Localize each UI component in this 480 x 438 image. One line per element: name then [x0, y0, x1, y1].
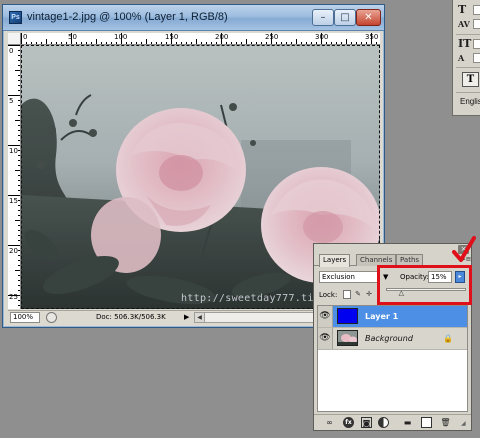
tab-paths[interactable]: Paths	[396, 254, 424, 266]
layer-name: Layer 1	[365, 312, 399, 321]
photoshop-app-icon: Ps	[9, 11, 22, 24]
text-size-icon: T	[458, 3, 467, 16]
layer-thumbnail	[337, 308, 358, 324]
faux-bold-button[interactable]: T	[462, 72, 479, 87]
maximize-button[interactable]: □	[334, 9, 356, 26]
adjustment-icon[interactable]	[378, 417, 389, 428]
document-titlebar[interactable]: Ps vintage1-2.jpg @ 100% (Layer 1, RGB/8…	[3, 5, 384, 31]
tab-layers[interactable]: Layers	[319, 254, 351, 267]
ruler-h-label: 0	[23, 33, 28, 41]
lock-pixels-icon[interactable]: ✎	[354, 290, 362, 299]
opacity-label: Opacity:	[400, 273, 429, 281]
layer-row[interactable]: 👁 Background 🔒	[318, 328, 467, 350]
panel-menu-icon[interactable]: ▸≡	[462, 255, 471, 263]
tab-channels[interactable]: Channels	[356, 254, 397, 266]
divider	[456, 34, 480, 35]
layer-row[interactable]: 👁 Layer 1	[318, 306, 467, 328]
close-button[interactable]: ✕	[356, 9, 381, 26]
vertical-ruler[interactable]: 0 5 10 15 20 25	[8, 45, 21, 309]
vertical-scale-icon: IT	[458, 37, 472, 50]
doc-size-label: Doc: 506.3K/506.3K	[96, 313, 166, 321]
status-menu-arrow[interactable]: ▶	[184, 313, 189, 322]
ruler-origin[interactable]	[8, 33, 21, 45]
group-icon[interactable]: ▬	[402, 417, 413, 428]
visibility-eye-icon[interactable]: 👁	[318, 306, 333, 327]
ruler-h-label: 150	[165, 33, 179, 41]
ruler-v-label: 15	[9, 197, 18, 205]
zoom-field[interactable]: 100%	[10, 312, 40, 323]
lock-label: Lock:	[319, 291, 338, 299]
tracking-icon: AV	[458, 19, 470, 29]
visibility-eye-icon[interactable]: 👁	[318, 328, 333, 349]
ruler-h-label: 300	[315, 33, 329, 41]
resize-grip-icon[interactable]: ◢	[461, 420, 466, 427]
font-size-field[interactable]	[473, 5, 480, 15]
fx-icon[interactable]: fx	[343, 417, 354, 428]
layers-panel: × Layers Channels Paths ▸≡ Exclusion ▼ O…	[313, 243, 472, 431]
mask-icon[interactable]: ◙	[361, 417, 372, 428]
ruler-h-label: 200	[215, 33, 229, 41]
new-layer-icon[interactable]	[421, 417, 432, 428]
ruler-v-label: 5	[9, 97, 14, 105]
ruler-v-label: 0	[9, 47, 14, 55]
ruler-v-label: 10	[9, 147, 18, 155]
watermark-text: http://sweetday777.tist	[181, 293, 327, 304]
blend-mode-select[interactable]: Exclusion	[319, 271, 378, 283]
lock-transparency-icon[interactable]	[343, 290, 351, 299]
link-icon[interactable]: ∞	[324, 417, 335, 428]
document-title: vintage1-2.jpg @ 100% (Layer 1, RGB/8)	[27, 11, 228, 23]
language-select[interactable]: English	[460, 97, 480, 106]
horizontal-ruler[interactable]: 0 50 100 150 200 250 300 350	[21, 33, 380, 45]
opacity-slider-toggle[interactable]: ▸	[455, 271, 465, 283]
ruler-h-label: 350	[365, 33, 379, 41]
chevron-down-icon[interactable]: ▼	[383, 272, 388, 282]
lock-position-icon[interactable]: ✛	[365, 290, 373, 299]
trash-icon[interactable]: 🗑	[440, 417, 451, 428]
vertical-scale-field[interactable]	[473, 39, 480, 49]
layer-thumbnail	[337, 330, 358, 346]
lock-icon: 🔒	[443, 334, 453, 343]
layer-name: Background	[365, 334, 413, 343]
scroll-left-icon[interactable]: ◀	[195, 313, 205, 322]
ruler-h-label: 250	[265, 33, 279, 41]
minimize-button[interactable]: –	[312, 9, 334, 26]
opacity-field[interactable]: 15%	[428, 271, 452, 283]
layer-list: 👁 Layer 1 👁 Background 🔒	[317, 305, 468, 412]
baseline-field[interactable]	[473, 53, 480, 63]
character-panel: T AV IT A T English	[452, 0, 480, 116]
ruler-v-label: 25	[9, 293, 18, 301]
baseline-icon: A	[458, 53, 465, 63]
divider	[456, 67, 480, 68]
opacity-slider-thumb[interactable]: △	[398, 290, 405, 297]
panel-close-icon[interactable]: ×	[458, 245, 469, 254]
vertical-ruler-ticks	[8, 45, 20, 306]
divider	[456, 92, 480, 93]
tracking-field[interactable]	[473, 19, 480, 29]
panel-tabs: Layers Channels Paths ▸≡	[314, 254, 471, 267]
ruler-h-label: 100	[114, 33, 128, 41]
info-icon[interactable]	[46, 312, 57, 323]
background-thumbnail-image	[338, 331, 357, 345]
layers-bottom-bar: ∞ fx ◙ ▬ 🗑	[314, 414, 471, 430]
ruler-h-label: 50	[68, 33, 77, 41]
ruler-v-label: 20	[9, 247, 18, 255]
